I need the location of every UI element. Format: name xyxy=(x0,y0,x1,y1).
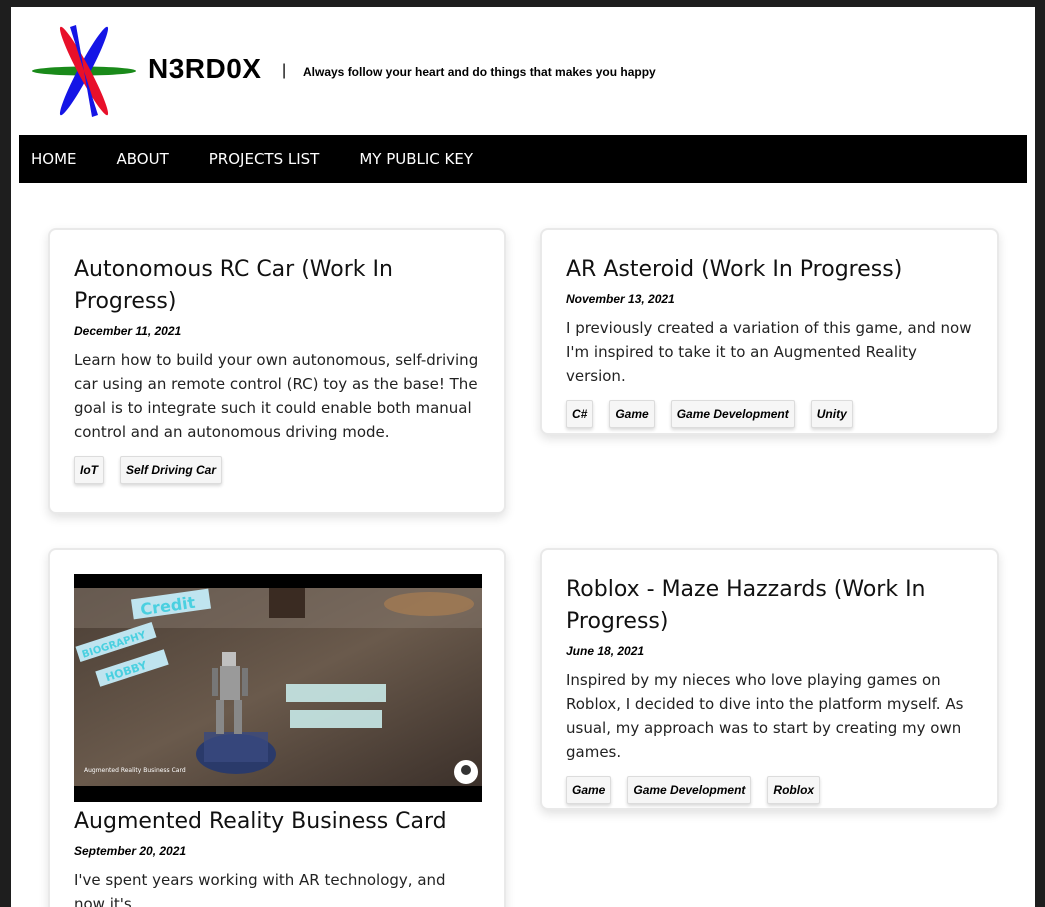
post-title[interactable]: AR Asteroid (Work In Progress) xyxy=(566,254,973,286)
post-title[interactable]: Roblox - Maze Hazzards (Work In Progress… xyxy=(566,574,973,638)
nav-item-my-public-key[interactable]: MY PUBLIC KEY xyxy=(347,150,493,168)
site-header: N3RD0X | Always follow your heart and do… xyxy=(11,7,1035,135)
post-card-ar-asteroid[interactable]: AR Asteroid (Work In Progress) November … xyxy=(540,228,999,435)
main-nav: HOME ABOUT PROJECTS LIST MY PUBLIC KEY xyxy=(19,135,1027,183)
post-date: December 11, 2021 xyxy=(74,324,182,338)
tag-iot[interactable]: IoT xyxy=(74,456,104,484)
post-thumbnail[interactable]: Credit BIOGRAPHY HOBBY Augmented Reality… xyxy=(74,574,482,802)
nav-item-projects-list[interactable]: PROJECTS LIST xyxy=(197,150,340,168)
post-tags: IoT Self Driving Car xyxy=(74,456,480,484)
tag-csharp[interactable]: C# xyxy=(566,400,594,428)
tag-game-development[interactable]: Game Development xyxy=(670,400,795,428)
post-tags: Game Game Development Roblox xyxy=(566,776,973,804)
post-description: Inspired by my nieces who love playing g… xyxy=(566,671,964,761)
post-date: September 20, 2021 xyxy=(74,844,187,858)
post-card-autonomous-rc-car[interactable]: Autonomous RC Car (Work In Progress) Dec… xyxy=(48,228,506,514)
tag-game[interactable]: Game xyxy=(566,776,612,804)
post-description: I previously created a variation of this… xyxy=(566,319,972,385)
post-card-roblox-maze-hazzards[interactable]: Roblox - Maze Hazzards (Work In Progress… xyxy=(540,548,999,810)
tag-roblox[interactable]: Roblox xyxy=(767,776,821,804)
post-title[interactable]: Autonomous RC Car (Work In Progress) xyxy=(74,254,480,318)
site-logo-icon[interactable] xyxy=(31,23,137,119)
post-date: June 18, 2021 xyxy=(566,644,645,658)
site-tagline: Always follow your heart and do things t… xyxy=(303,65,656,79)
thumbnail-caption: Augmented Reality Business Card xyxy=(84,767,186,774)
tag-game[interactable]: Game xyxy=(609,400,655,428)
post-title[interactable]: Augmented Reality Business Card xyxy=(74,806,480,838)
site-title[interactable]: N3RD0X xyxy=(148,53,261,85)
thumbnail-image: Credit BIOGRAPHY HOBBY Augmented Reality… xyxy=(74,588,482,802)
page: N3RD0X | Always follow your heart and do… xyxy=(11,7,1035,907)
tag-unity[interactable]: Unity xyxy=(810,400,853,428)
post-description: I've spent years working with AR technol… xyxy=(74,871,446,907)
nav-item-about[interactable]: ABOUT xyxy=(105,150,189,168)
post-card-ar-business-card[interactable]: Credit BIOGRAPHY HOBBY Augmented Reality… xyxy=(48,548,506,907)
tag-self-driving-car[interactable]: Self Driving Car xyxy=(120,456,223,484)
nav-item-home[interactable]: HOME xyxy=(19,150,97,168)
title-separator: | xyxy=(282,62,287,79)
post-tags: C# Game Game Development Unity xyxy=(566,400,973,428)
post-date: November 13, 2021 xyxy=(566,292,675,306)
tag-game-development[interactable]: Game Development xyxy=(627,776,752,804)
post-description: Learn how to build your own autonomous, … xyxy=(74,351,479,441)
